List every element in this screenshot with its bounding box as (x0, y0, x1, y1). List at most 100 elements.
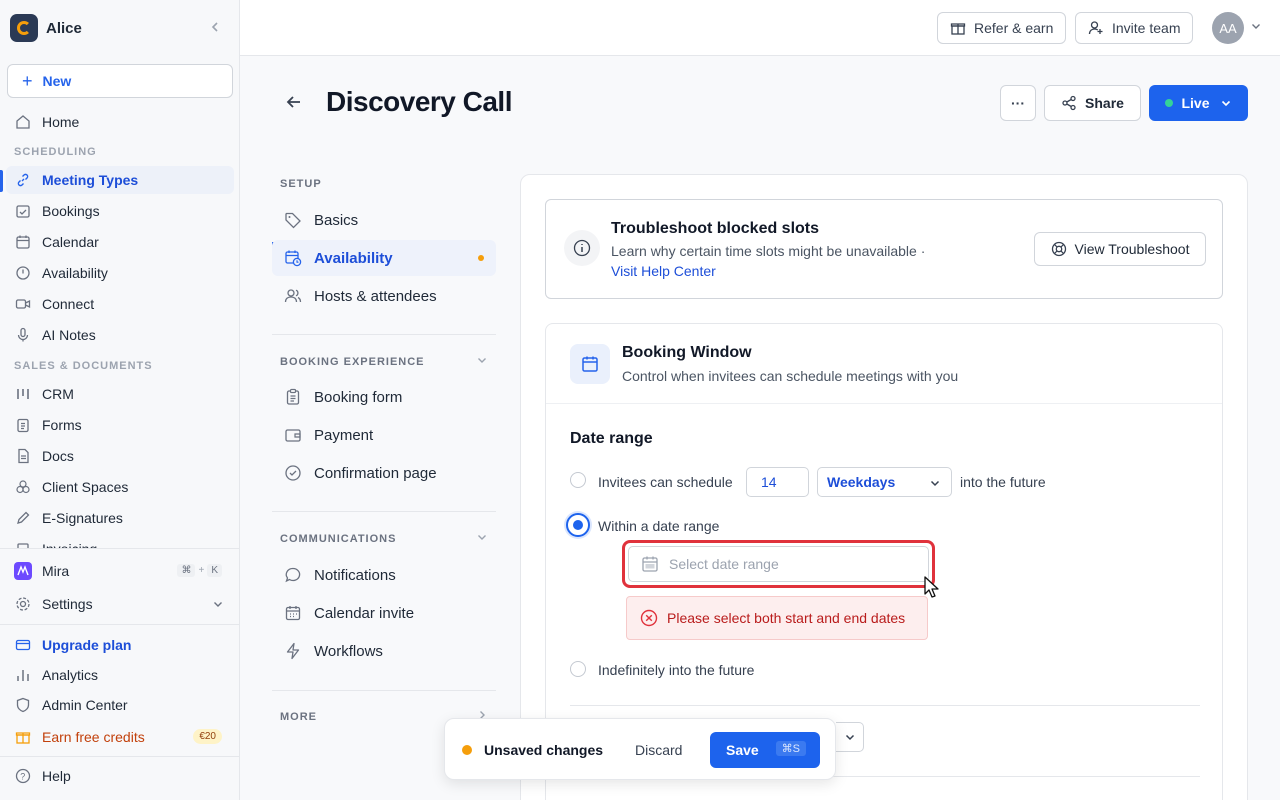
section-sales-documents: SALES & DOCUMENTS (14, 360, 153, 372)
settings-nav-workflows[interactable]: Workflows (272, 633, 496, 669)
sidebar-item-upgrade-plan[interactable]: Upgrade plan (6, 631, 234, 659)
nav-divider (272, 334, 496, 335)
schedule-days-prefix: Invitees can schedule (598, 474, 733, 490)
section-label: MORE (280, 711, 317, 723)
chat-icon (284, 566, 302, 584)
section-communications[interactable]: COMMUNICATIONS (280, 533, 486, 545)
sidebar-divider (0, 624, 240, 625)
sidebar-item-mira[interactable]: Mira ⌘ + K (6, 557, 234, 585)
settings-nav-booking-form[interactable]: Booking form (272, 379, 496, 415)
plus-icon: + (22, 70, 33, 91)
sidebar-item-label: Calendar (42, 234, 99, 250)
sidebar-item-invoicing[interactable]: Invoicing (6, 535, 234, 549)
sidebar-item-label: Help (42, 768, 71, 784)
booking-window-header: Booking Window Control when invitees can… (546, 324, 1222, 404)
view-troubleshoot-button[interactable]: View Troubleshoot (1034, 232, 1206, 266)
indefinitely-option-label: Indefinitely into the future (598, 662, 755, 678)
nav-divider (272, 511, 496, 512)
settings-nav-confirmation-page[interactable]: Confirmation page (272, 455, 496, 491)
settings-nav-label: Calendar invite (314, 604, 415, 622)
settings-nav-availability[interactable]: Availability (272, 240, 496, 276)
discard-button[interactable]: Discard (635, 742, 682, 758)
clock-icon (14, 264, 32, 282)
partially-hidden-select[interactable] (836, 722, 864, 752)
sidebar-item-home[interactable]: Home (6, 108, 234, 136)
days-unit-select[interactable]: Weekdays (817, 467, 952, 497)
settings-nav-basics[interactable]: Basics (272, 202, 496, 238)
radio-schedule-days[interactable] (570, 472, 586, 488)
sidebar-item-docs[interactable]: Docs (6, 442, 234, 470)
share-button[interactable]: Share (1044, 85, 1141, 121)
settings-nav-label: Hosts & attendees (314, 287, 437, 305)
sidebar-item-analytics[interactable]: Analytics (6, 661, 234, 689)
invite-team-button[interactable]: Invite team (1075, 12, 1194, 44)
sidebar-item-help[interactable]: ? Help (6, 762, 234, 790)
unsaved-dot (462, 745, 472, 755)
section-more[interactable]: MORE (280, 711, 485, 723)
chevron-down-icon[interactable] (1250, 19, 1262, 35)
back-arrow-icon[interactable] (284, 92, 304, 115)
sidebar-item-calendar[interactable]: Calendar (6, 228, 234, 256)
sidebar-item-label: Mira (42, 563, 70, 579)
booking-window-description: Control when invitees can schedule meeti… (622, 368, 959, 384)
refer-earn-button[interactable]: Refer & earn (937, 12, 1067, 44)
gift-icon (14, 728, 32, 746)
sidebar-item-label: Analytics (42, 667, 99, 683)
sidebar-item-label: Docs (42, 448, 74, 464)
help-center-link[interactable]: Visit Help Center (611, 263, 716, 279)
content-panel: Troubleshoot blocked slots Learn why cer… (520, 174, 1248, 800)
sidebar-item-settings[interactable]: Settings (6, 590, 234, 618)
active-indicator (0, 170, 3, 192)
sidebar-item-forms[interactable]: Forms (6, 411, 234, 439)
radio-date-range[interactable] (566, 513, 590, 537)
sidebar-item-crm[interactable]: CRM (6, 380, 234, 408)
sidebar: Alice + New Home SCHEDULING Meeting Type… (0, 0, 240, 800)
days-ahead-input[interactable]: 14 (746, 467, 809, 497)
calendar-clock-icon (284, 249, 302, 267)
calendar-icon (14, 233, 32, 251)
sidebar-item-e-signatures[interactable]: E-Signatures (6, 504, 234, 532)
collapse-sidebar-icon[interactable] (208, 20, 222, 37)
sidebar-item-meeting-types[interactable]: Meeting Types (6, 166, 234, 194)
workspace-switcher[interactable]: Alice (10, 14, 230, 42)
sidebar-divider (0, 548, 240, 549)
sidebar-item-client-spaces[interactable]: Client Spaces (6, 473, 234, 501)
more-options-button[interactable]: ··· (1000, 85, 1036, 121)
nav-divider (272, 690, 496, 691)
home-icon (14, 113, 32, 131)
tag-icon (284, 211, 302, 229)
lifebuoy-icon (1051, 241, 1067, 257)
avatar[interactable]: AA (1212, 12, 1244, 44)
section-label: COMMUNICATIONS (280, 533, 397, 545)
sidebar-item-availability[interactable]: Availability (6, 259, 234, 287)
help-icon: ? (14, 767, 32, 785)
sidebar-item-connect[interactable]: Connect (6, 290, 234, 318)
link-icon (14, 171, 32, 189)
refer-earn-label: Refer & earn (974, 20, 1054, 36)
sidebar-item-label: CRM (42, 386, 74, 402)
radio-indefinitely[interactable] (570, 661, 586, 677)
settings-nav-label: Notifications (314, 566, 396, 584)
settings-nav-hosts-attendees[interactable]: Hosts & attendees (272, 278, 496, 314)
save-button[interactable]: Save ⌘S (710, 732, 820, 768)
sidebar-item-earn-credits[interactable]: Earn free credits €20 (6, 723, 234, 751)
sidebar-item-ai-notes[interactable]: AI Notes (6, 321, 234, 349)
new-button-label: New (42, 73, 72, 89)
sidebar-item-admin-center[interactable]: Admin Center (6, 691, 234, 719)
date-range-error-message: Please select both start and end dates (626, 596, 928, 640)
bar-chart-icon (14, 666, 32, 684)
settings-nav-label: Payment (314, 426, 374, 444)
live-status-button[interactable]: Live (1149, 85, 1248, 121)
new-button[interactable]: + New (7, 64, 233, 98)
sidebar-item-label: Meeting Types (42, 172, 139, 188)
settings-nav-payment[interactable]: Payment (272, 417, 496, 453)
section-booking-experience[interactable]: BOOKING EXPERIENCE (280, 356, 486, 368)
settings-nav-calendar-invite[interactable]: Calendar invite (272, 595, 496, 631)
unsaved-indicator (478, 255, 484, 261)
date-range-option-label: Within a date range (598, 518, 720, 534)
chevron-down-icon (476, 531, 488, 546)
date-range-picker[interactable]: Select date range (628, 546, 929, 582)
sidebar-item-label: Bookings (42, 203, 100, 219)
settings-nav-notifications[interactable]: Notifications (272, 557, 496, 593)
sidebar-item-bookings[interactable]: Bookings (6, 197, 234, 225)
